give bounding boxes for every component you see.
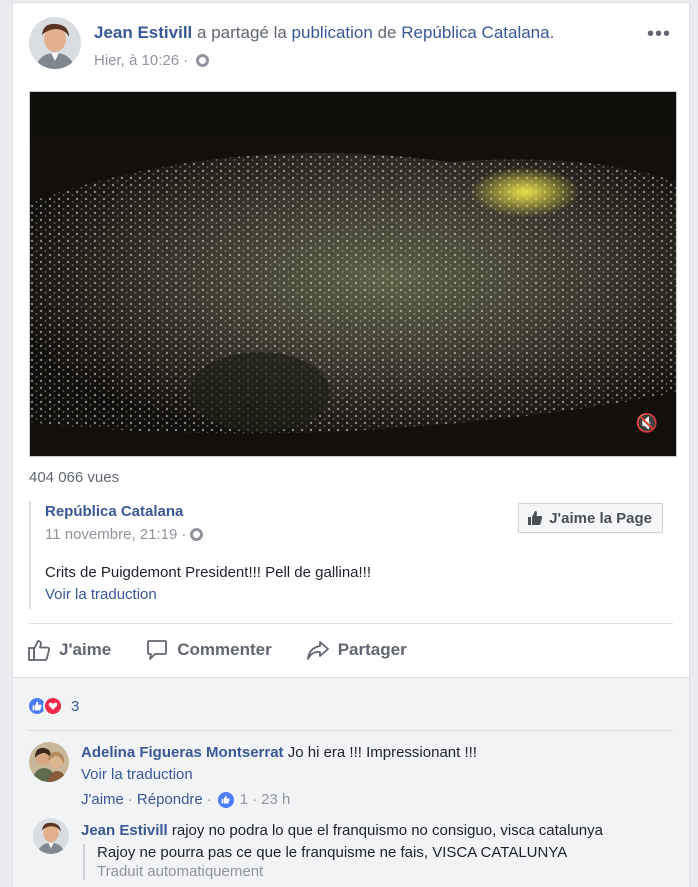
share-button[interactable]: Partager (306, 638, 407, 662)
post-header-line: Jean Estivill a partagé la publication d… (94, 23, 554, 43)
actions-divider (29, 623, 673, 624)
of-word: de (377, 23, 397, 42)
period: . (549, 23, 555, 42)
mute-icon[interactable]: 🔇 (636, 413, 658, 434)
post-card: Jean Estivill a partagé la publication d… (12, 2, 690, 887)
comment-reply-link[interactable]: Répondre (137, 791, 203, 808)
video-player[interactable]: 🔇 (29, 91, 677, 457)
auto-translated-label: Traduit automatiquement (97, 863, 264, 880)
comment-like-count[interactable]: 1 (240, 791, 248, 808)
share-icon (306, 641, 329, 660)
comments-divider (27, 730, 673, 731)
reply-author-avatar[interactable] (33, 818, 69, 854)
thumbs-up-icon (28, 640, 50, 661)
comment-author[interactable]: Jean Estivill (81, 822, 168, 839)
shared-page-name[interactable]: República Catalana (45, 503, 183, 520)
comment-2: Jean Estivill rajoy no podra lo que el f… (81, 822, 603, 839)
comment-icon (147, 640, 168, 660)
comment-1: Adelina Figueras Montserrat Jo hi era !!… (81, 744, 477, 761)
post-meta: Hier, à 10:26 · (94, 52, 210, 69)
like-reaction-icon (217, 791, 234, 808)
shared-post: República Catalana 11 novembre, 21:19 · … (29, 501, 677, 609)
like-button[interactable]: J'aime (27, 638, 111, 662)
comments-section: 3 Adelina Figueras Montserrat Jo hi era … (13, 677, 689, 887)
translated-text: Rajoy ne pourra pas ce que le franquisme… (97, 844, 568, 861)
comment-see-translation-link[interactable]: Voir la traduction (81, 766, 193, 783)
comment-label: Commenter (177, 640, 272, 659)
globe-icon[interactable] (196, 54, 210, 67)
shared-post-date-row: 11 novembre, 21:19 · (45, 526, 204, 543)
like-page-label: J'aime la Page (549, 509, 652, 527)
love-reaction-icon (43, 696, 63, 716)
comment-meta-separator: · (206, 791, 212, 808)
comment-meta-separator: · (252, 791, 258, 808)
video-frame (30, 92, 676, 456)
meta-separator: · (183, 52, 189, 69)
shared-date-separator: · (181, 526, 187, 543)
comment-like-link[interactable]: J'aime (81, 791, 124, 808)
shared-post-date[interactable]: 11 novembre, 21:19 (45, 526, 177, 543)
post-timestamp[interactable]: Hier, à 10:26 (94, 52, 179, 69)
like-label: J'aime (59, 640, 112, 659)
see-translation-link[interactable]: Voir la traduction (45, 586, 157, 603)
post-header: Jean Estivill a partagé la publication d… (29, 17, 673, 77)
author-avatar[interactable] (29, 17, 81, 69)
comment-text: Jo hi era !!! Impressionant !!! (287, 744, 477, 761)
comment-meta-separator: · (127, 791, 133, 808)
author-name[interactable]: Jean Estivill (94, 23, 192, 42)
globe-icon[interactable] (190, 528, 204, 541)
commenter-avatar[interactable] (29, 742, 69, 782)
more-options-icon[interactable]: ••• (647, 23, 671, 46)
post-actions: J'aime Commenter Partager (27, 633, 441, 667)
source-page-link[interactable]: República Catalana (401, 23, 549, 42)
comment-text: rajoy no podra lo que el franquismo no c… (171, 822, 603, 839)
view-count: 404 066 vues (29, 469, 120, 486)
shared-text: a partagé la (197, 23, 287, 42)
shared-post-text: Crits de Puigdemont President!!! Pell de… (45, 564, 372, 581)
reaction-count[interactable]: 3 (71, 698, 79, 715)
comment-author[interactable]: Adelina Figueras Montserrat (81, 744, 284, 761)
like-page-button[interactable]: J'aime la Page (518, 503, 663, 533)
publication-link[interactable]: publication (292, 23, 373, 42)
thumbs-up-icon (528, 511, 543, 525)
auto-translation: Rajoy ne pourra pas ce que le franquisme… (83, 844, 567, 880)
comment-time[interactable]: 23 h (261, 791, 290, 808)
share-label: Partager (337, 640, 407, 659)
comment-meta: J'aime · Répondre · 1 · 23 h (81, 791, 290, 808)
comment-button[interactable]: Commenter (145, 638, 272, 662)
reactions-summary[interactable]: 3 (27, 696, 79, 716)
